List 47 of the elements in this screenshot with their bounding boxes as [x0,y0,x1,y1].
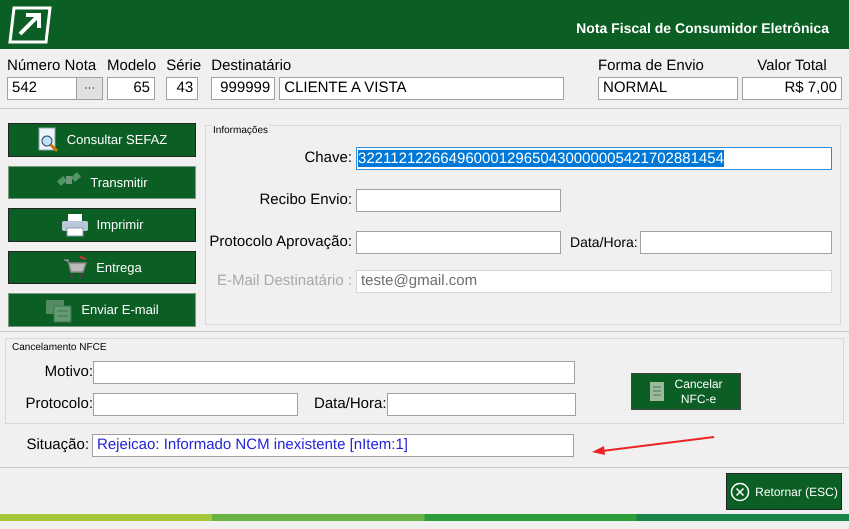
input-field[interactable] [640,231,832,254]
number-field[interactable]: 542 ··· [7,77,103,100]
input-field[interactable]: CLIENTE A VISTA [279,77,564,100]
field-label: Modelo [107,57,156,75]
status-field: Rejeicao: Informado NCM inexistente [nItem:1] [92,434,574,457]
field-label: Data/Hora: [314,394,387,414]
return-button[interactable]: Retornar (ESC) [726,473,842,510]
field-label: E-Mail Destinatário : [216,271,353,292]
input-field[interactable] [356,189,561,212]
document-icon [648,380,667,402]
logo-icon [8,4,54,46]
field-label: Valor Total [757,57,827,75]
cancel-button[interactable]: Cancelar NFC-e [630,373,741,410]
action-button[interactable]: Consultar SEFAZ [8,123,196,157]
key-field[interactable]: 32211212266496000129650430000005421702881454 [356,147,832,170]
group-title: Cancelamento NFCE [12,341,106,355]
field-label: Forma de Envio [598,57,705,75]
input-field[interactable] [356,231,561,254]
input-field[interactable]: R$ 7,00 [742,77,842,100]
browse-button[interactable]: ··· [76,78,102,99]
input-field[interactable]: 999999 [211,77,276,100]
field-label: Recibo Envio: [258,190,353,210]
input-field[interactable]: NORMAL [598,77,738,100]
field-label: Protocolo Aprovação: [208,232,353,252]
field-label: Destinatário [211,57,292,75]
input-field[interactable]: 65 [107,77,155,100]
arrow-icon [592,434,716,456]
field-label: Motivo: [44,362,93,382]
window-title: Nota Fiscal de Consumidor Eletrônica [576,19,830,38]
field-label: Número Nota [7,57,98,75]
printer-icon [60,212,89,237]
close-circle-icon [730,482,750,502]
input-field[interactable] [93,361,575,384]
magnifier-document-icon [36,126,59,153]
field-label: Chave: [303,148,353,168]
field-label: Data/Hora: [570,233,639,252]
input-field[interactable] [93,393,298,416]
mail-form-icon [45,297,74,324]
shopping-cart-icon [62,256,88,280]
action-button[interactable]: Entrega [8,250,196,284]
action-button[interactable]: Imprimir [8,208,196,242]
input-field[interactable] [386,393,576,416]
field-label: Série [166,57,202,75]
input-field[interactable]: 43 [166,77,198,100]
field-label: Protocolo: [24,394,93,414]
group-title: Informações [212,123,270,138]
field-label: Situação: [25,435,90,456]
